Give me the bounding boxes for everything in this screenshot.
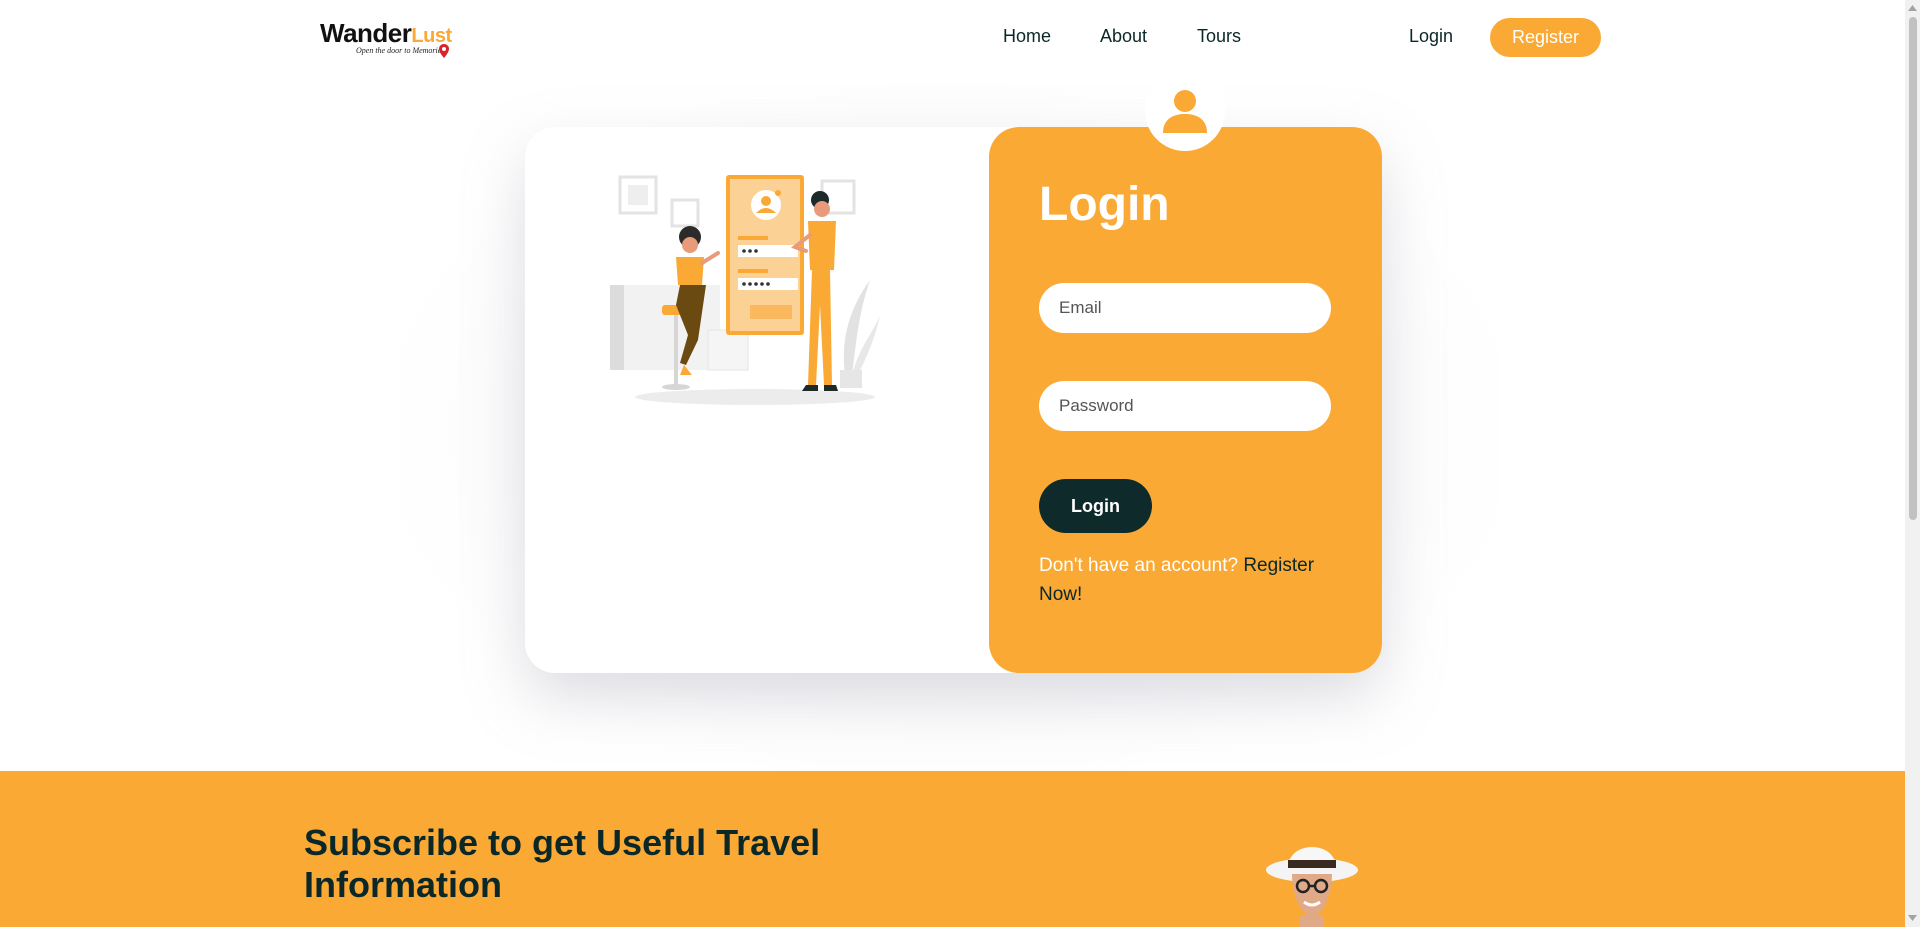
login-submit-button[interactable]: Login	[1039, 479, 1152, 533]
signup-prompt: Don't have an account? Register Now!	[1039, 551, 1339, 609]
nav-tours-link[interactable]: Tours	[1197, 26, 1241, 47]
login-illustration	[610, 175, 880, 405]
password-input[interactable]	[1039, 381, 1331, 431]
email-input[interactable]	[1039, 283, 1331, 333]
user-icon	[1163, 90, 1207, 133]
nav-about-link[interactable]: About	[1100, 26, 1147, 47]
header-login-link[interactable]: Login	[1409, 26, 1453, 47]
scrollbar-thumb[interactable]	[1909, 17, 1917, 520]
triangle-down-icon[interactable]	[1907, 913, 1918, 923]
subscribe-title: Subscribe to get Useful Travel Informati…	[304, 822, 821, 905]
location-pin-icon	[439, 44, 449, 58]
subscribe-section	[0, 771, 1905, 927]
site-logo[interactable]: WanderLust Open the door to Memories	[320, 16, 460, 64]
header-register-button[interactable]: Register	[1490, 18, 1601, 57]
site-header: WanderLust Open the door to Memories Hom…	[0, 0, 1905, 75]
nav-home-link[interactable]: Home	[1003, 26, 1051, 47]
logo-wordmark: WanderLust	[320, 18, 452, 48]
signup-prompt-text: Don't have an account?	[1039, 555, 1244, 576]
triangle-up-icon[interactable]	[1907, 3, 1918, 13]
logo-tagline: Open the door to Memories	[356, 46, 445, 55]
login-title: Login	[1039, 178, 1170, 231]
user-avatar	[1145, 71, 1225, 151]
traveler-photo	[1266, 847, 1358, 927]
